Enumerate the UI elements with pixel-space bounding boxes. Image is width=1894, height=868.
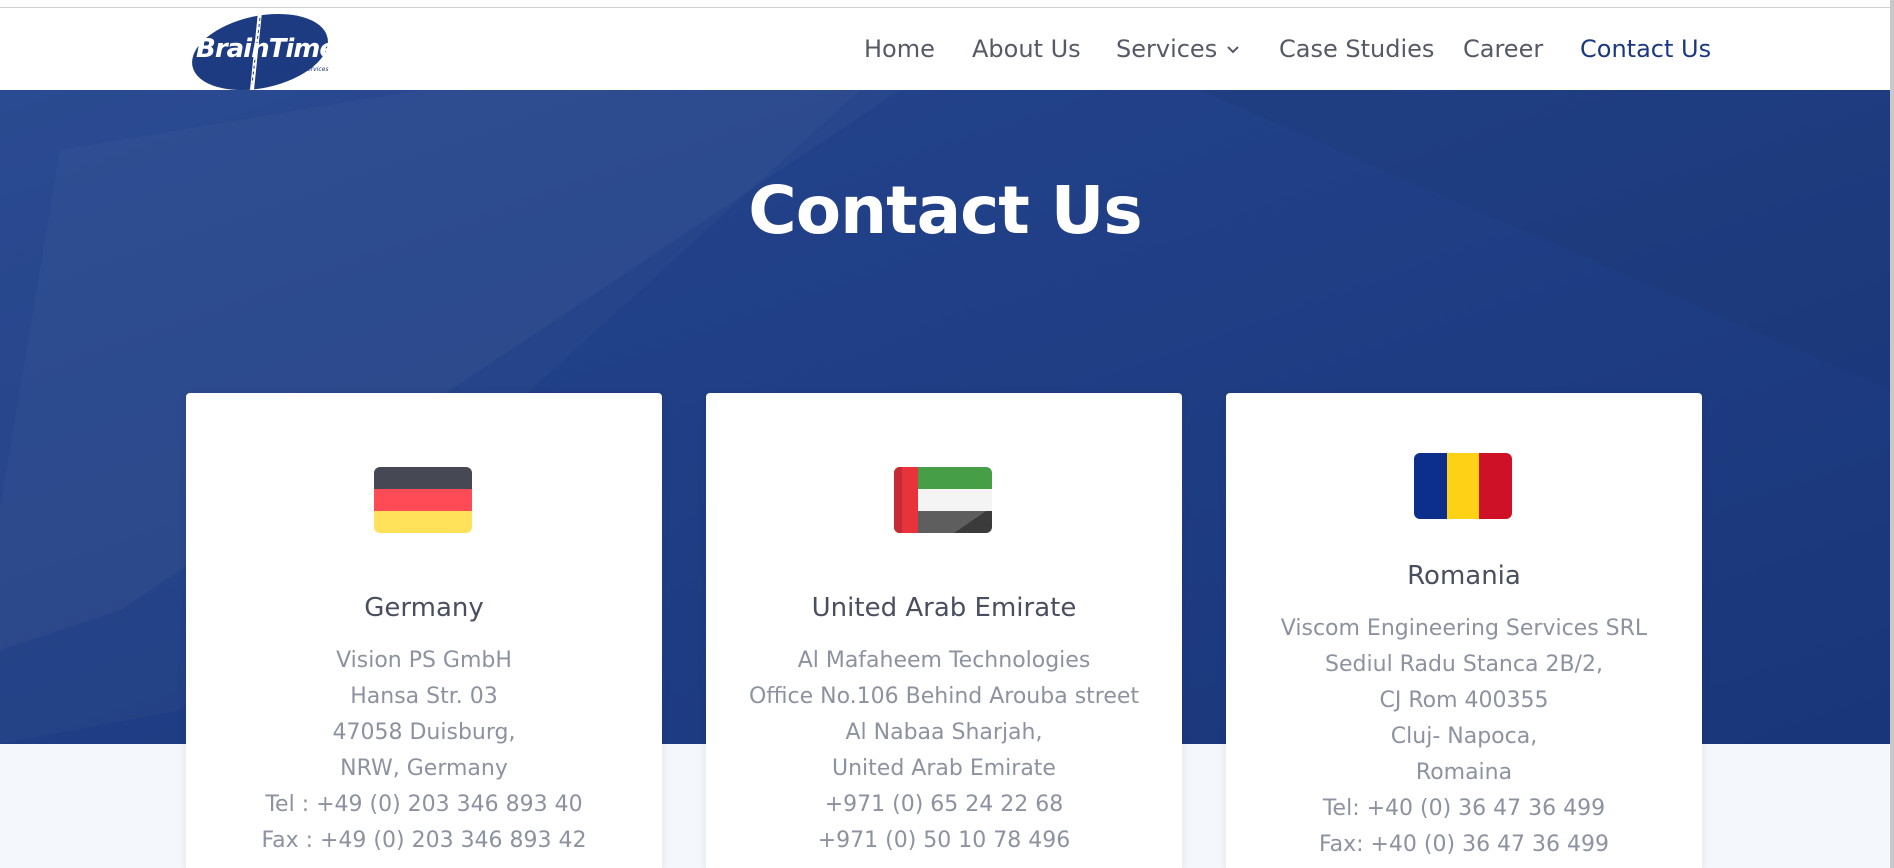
main-nav: Home About Us Services Case Studies Care… [4,8,1894,90]
office-card-romania: Romania Viscom Engineering Services SRL … [1226,393,1702,868]
office-line: Vision PS GmbH [336,648,512,673]
uae-flag-icon [894,467,992,533]
page-scrollbar[interactable] [1890,0,1894,868]
office-phone[interactable]: +971 (0) 65 24 22 68 [706,787,1182,823]
nav-services-label: Services [1116,35,1218,63]
office-country: Romania [1407,561,1521,591]
office-address: Viscom Engineering Services SRL Sediul R… [1226,611,1702,863]
office-line: CJ Rom 400355 [1379,688,1549,713]
romania-flag-icon [1414,453,1512,519]
office-card-germany: Germany Vision PS GmbH Hansa Str. 03 470… [186,393,662,868]
germany-flag-icon [374,467,472,533]
office-fax: Fax : +49 (0) 203 346 893 42 [261,828,587,853]
office-line: Cluj- Napoca, [1390,724,1538,749]
office-card-uae: United Arab Emirate Al Mafaheem Technolo… [706,393,1182,868]
office-line: NRW, Germany [340,756,508,781]
office-fax: Fax: +40 (0) 36 47 36 499 [1318,832,1610,857]
office-line: United Arab Emirate [832,756,1056,781]
office-phone[interactable]: +971 (0) 50 10 78 496 [706,823,1182,859]
office-phone[interactable]: Tel: +40 (0) 36 47 36 499 [1226,791,1702,827]
office-line: Office No.106 Behind Arouba street [748,684,1140,709]
office-line: Sediul Radu Stanca 2B/2, [1325,652,1603,677]
office-line: Al Nabaa Sharjah, [845,720,1043,745]
office-country: Germany [364,593,484,623]
office-line: Romaina [1415,760,1513,785]
browser-top-edge [0,0,1894,8]
office-address: Al Mafaheem Technologies Office No.106 B… [706,643,1182,859]
nav-case-studies[interactable]: Case Studies [1279,35,1434,63]
nav-home[interactable]: Home [864,35,935,63]
office-line: Hansa Str. 03 [350,684,498,709]
chevron-down-icon [1227,46,1239,54]
office-phone[interactable]: Tel : +49 (0) 203 346 893 40 [186,787,662,823]
office-line: Viscom Engineering Services SRL [1280,616,1648,641]
office-address: Vision PS GmbH Hansa Str. 03 47058 Duisb… [186,643,662,859]
nav-about-us[interactable]: About Us [972,35,1081,63]
nav-career[interactable]: Career [1463,35,1543,63]
office-line: 47058 Duisburg, [332,720,516,745]
office-country: United Arab Emirate [811,593,1077,623]
page-title: Contact Us [748,172,1142,249]
nav-services[interactable]: Services [1116,35,1239,63]
nav-contact-us[interactable]: Contact Us [1580,35,1711,63]
office-line: Al Mafaheem Technologies [797,648,1091,673]
